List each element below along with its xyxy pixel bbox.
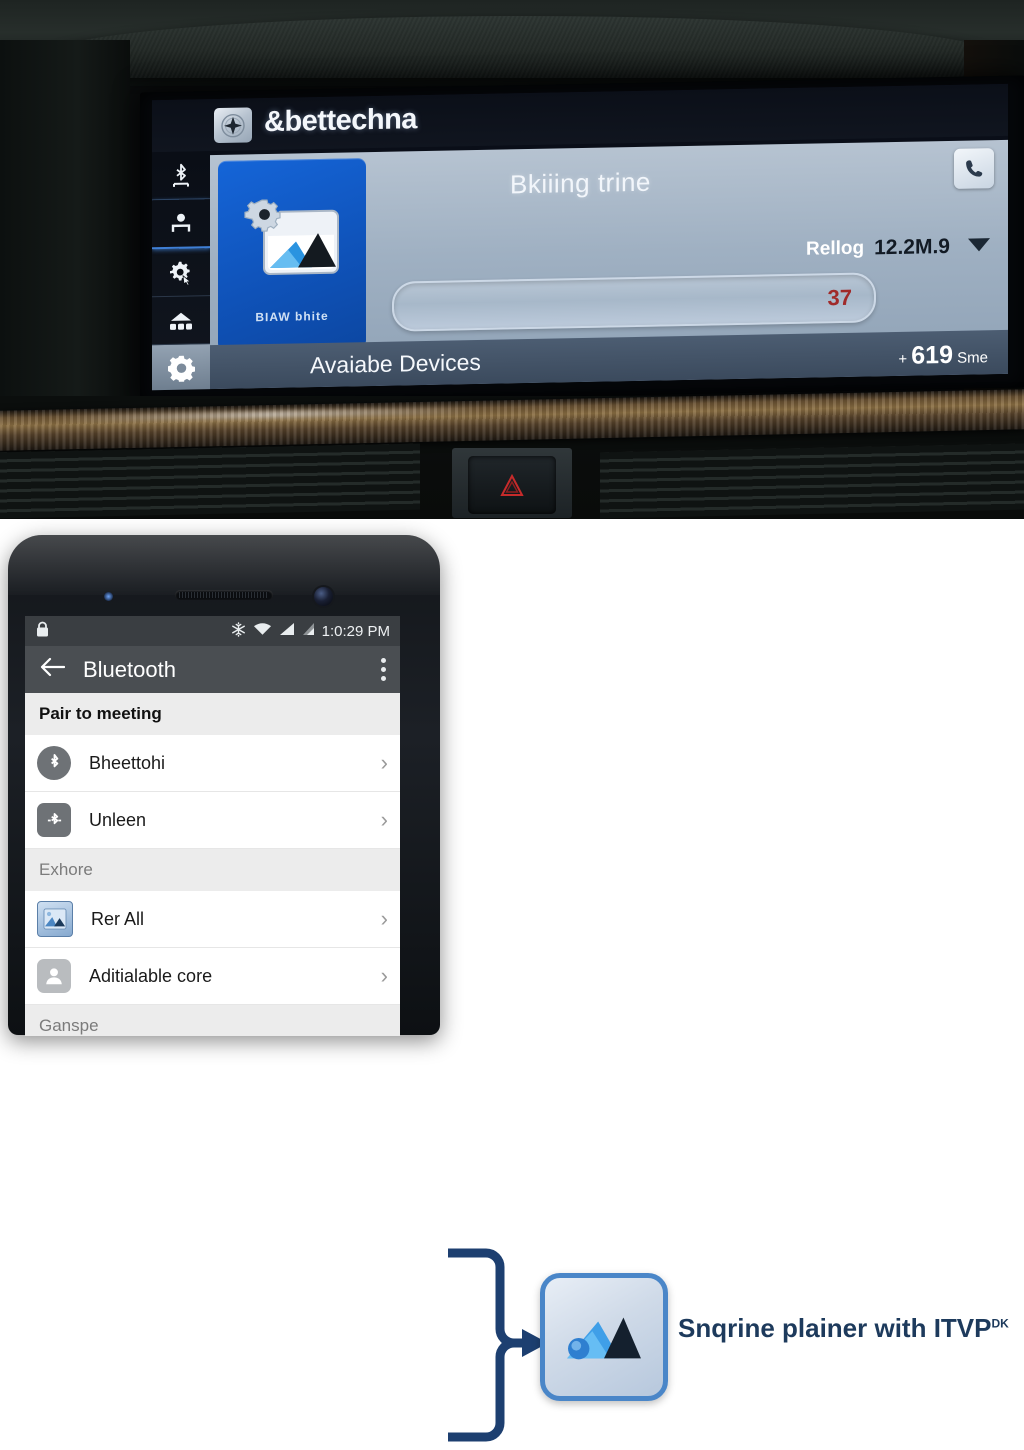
mountain-image-app-icon[interactable] (540, 1273, 668, 1401)
hazard-button-housing (452, 448, 572, 518)
list-item-label: Aditialable core (89, 965, 213, 986)
list-item[interactable]: Aditialable core › (25, 948, 400, 1005)
chevron-right-icon: › (380, 963, 388, 988)
status-time: 1:0:29 PM (321, 622, 390, 640)
phone-handset-icon (966, 160, 983, 177)
screen-icon-rail (152, 151, 210, 391)
network-nodes-icon (170, 312, 192, 330)
lower-diagram-section: 1:0:29 PM Bluetooth Pair to meeting Bhee… (0, 519, 1024, 1442)
list-item[interactable]: Rer All › (25, 891, 400, 948)
hazard-light-button[interactable] (468, 456, 556, 514)
footer-suffix: Sme (957, 349, 988, 367)
dashboard-hood (40, 16, 1000, 78)
section-header-pair: Pair to meeting (25, 693, 400, 735)
diagram-caption-text: Snqrine plainer with ITVP (678, 1313, 992, 1343)
footer-title: Avaiabe Devices (310, 348, 481, 379)
air-vent-left (0, 443, 420, 519)
wifi-icon (253, 622, 272, 640)
rail-item-settings[interactable] (152, 344, 210, 391)
dashboard-lower (0, 389, 1024, 519)
signal-bars-icon (279, 622, 295, 640)
meta-value: 12.2M.9 (874, 234, 950, 260)
wood-trim-highlight (60, 406, 480, 423)
list-item-label: Bheettohi (89, 752, 166, 773)
wood-trim (0, 389, 1024, 451)
list-item[interactable]: Unleen › (25, 792, 400, 849)
screen-content-panel: BIAW bhite Bkiiing trine Rellog 12.2M.9 (210, 139, 1008, 390)
list-item-label: Rer All (91, 908, 145, 929)
gear-cursor-icon (170, 261, 191, 285)
front-camera-icon (314, 587, 333, 606)
screenshot-root: &bettechna BIAW bhite Bkiiing trine Rell… (0, 0, 1024, 1442)
chevron-right-icon: › (380, 906, 388, 931)
person-icon (171, 213, 191, 232)
diamond-star-logo-icon (214, 107, 252, 144)
lock-icon (35, 621, 50, 642)
snowflake-icon (231, 621, 246, 641)
chevron-right-icon: › (380, 750, 388, 775)
smartphone-mockup: 1:0:29 PM Bluetooth Pair to meeting Bhee… (8, 535, 440, 1036)
folder-gear-image-icon (238, 197, 346, 300)
diagram-caption-superscript: DK (991, 1316, 1009, 1331)
section-header-explore: Exhore (25, 849, 400, 891)
footer-count: 619 (911, 340, 953, 370)
diagram-caption: Snqrine plainer with ITVPDK (678, 1313, 1009, 1344)
rail-item-person[interactable] (152, 199, 210, 250)
air-vent-right (600, 443, 1024, 519)
phone-screen: 1:0:29 PM Bluetooth Pair to meeting Bhee… (25, 616, 400, 1036)
hazard-triangle-icon (500, 473, 524, 496)
status-icons-group: 1:0:29 PM (231, 621, 390, 641)
brand-title: &bettechna (264, 103, 417, 139)
value-slider[interactable]: 37 (392, 272, 876, 332)
person-avatar-icon (37, 959, 71, 993)
bluetooth-icon (173, 163, 189, 187)
sim-signal-icon (302, 622, 315, 640)
gear-icon (167, 355, 195, 382)
list-item[interactable]: Bheettohi › (25, 735, 400, 792)
car-dashboard-photo: &bettechna BIAW bhite Bkiiing trine Rell… (0, 0, 1024, 519)
app-tile-label: BIAW bhite (255, 308, 329, 325)
section-header-ganspe: Ganspe (25, 1005, 400, 1036)
bluetooth-circle-icon (37, 746, 71, 780)
footer-prefix: + (898, 350, 908, 368)
notification-led-icon (104, 592, 113, 601)
chevron-right-icon: › (380, 807, 388, 832)
meta-label: Rellog (806, 237, 865, 260)
infotainment-screen-bezel: &bettechna BIAW bhite Bkiiing trine Rell… (140, 75, 1024, 405)
bluetooth-square-icon (37, 803, 71, 837)
image-thumbnail-icon (37, 901, 73, 937)
back-arrow-icon[interactable] (39, 657, 66, 682)
app-tile[interactable]: BIAW bhite (218, 158, 366, 351)
phone-app-bar: Bluetooth (25, 646, 400, 693)
phone-call-button[interactable] (954, 148, 994, 189)
kebab-menu-icon[interactable] (381, 658, 386, 681)
rail-item-bluetooth[interactable] (152, 151, 210, 201)
phone-bezel-gloss (8, 535, 440, 595)
phone-status-bar: 1:0:29 PM (25, 616, 400, 646)
rail-item-settings-cursor[interactable] (152, 248, 210, 298)
infotainment-screen: &bettechna BIAW bhite Bkiiing trine Rell… (152, 83, 1008, 391)
caret-down-icon[interactable] (968, 238, 990, 252)
dashboard-top-trim (0, 0, 1024, 86)
device-name: Bkiiing trine (510, 166, 651, 200)
meta-row: Rellog 12.2M.9 (806, 235, 950, 262)
dashboard-left-panel (0, 40, 130, 400)
list-item-label: Unleen (89, 809, 147, 830)
rail-item-network[interactable] (152, 296, 210, 346)
earpiece-speaker (175, 590, 273, 600)
slider-value: 37 (827, 284, 852, 311)
app-bar-title: Bluetooth (83, 656, 176, 682)
footer-count-group: + 619 Sme (898, 340, 988, 371)
